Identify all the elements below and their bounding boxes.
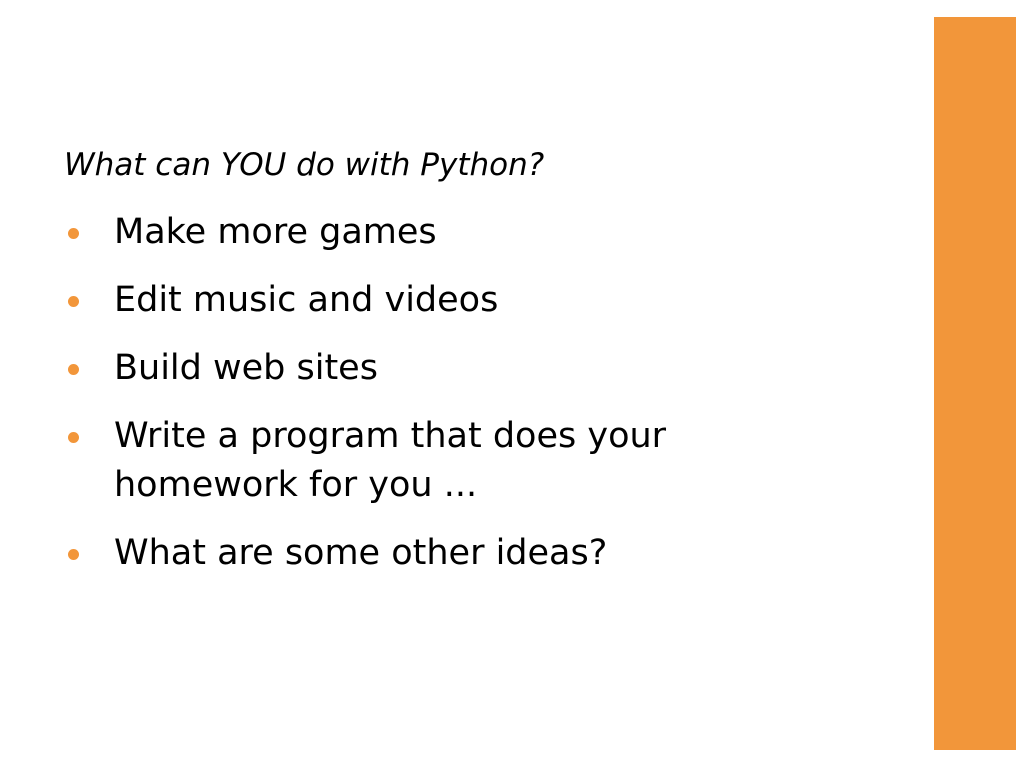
bullet-dot-icon (68, 549, 79, 560)
bullet-text: Make more games (114, 212, 437, 252)
bullet-dot-icon (68, 228, 79, 239)
bullet-text: Edit music and videos (114, 280, 499, 320)
bullet-item-homework-program: Write a program that does your homework … (0, 412, 760, 510)
bullet-text: Build web sites (114, 348, 378, 388)
slide: What can YOU do with Python? Make more g… (0, 0, 1024, 768)
bullet-text: Write a program that does your homework … (114, 416, 667, 505)
bullet-item-other-ideas: What are some other ideas? (0, 529, 760, 578)
bullet-dot-icon (68, 364, 79, 375)
slide-subtitle: What can YOU do with Python? (64, 147, 545, 183)
bullet-dot-icon (68, 296, 79, 307)
bullet-dot-icon (68, 432, 79, 443)
bullet-item-build-web-sites: Build web sites (0, 344, 760, 393)
accent-bar (934, 17, 1016, 750)
bullet-text: What are some other ideas? (114, 533, 608, 573)
bullet-item-edit-media: Edit music and videos (0, 276, 760, 325)
bullet-item-make-games: Make more games (0, 208, 760, 257)
bullet-list: Make more games Edit music and videos Bu… (0, 208, 760, 597)
